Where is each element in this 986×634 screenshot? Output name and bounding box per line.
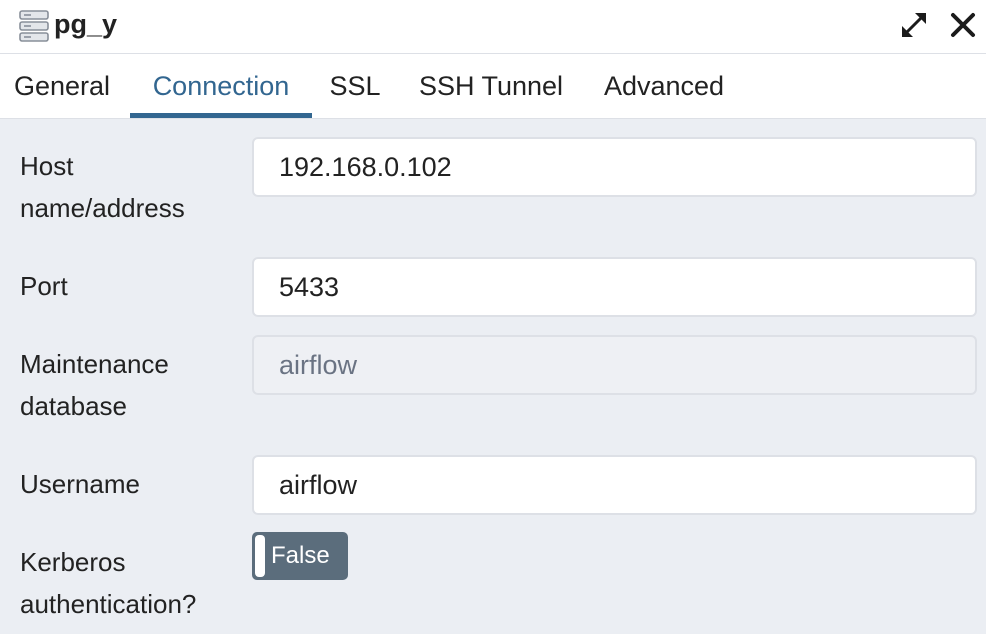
maintenance-db-input bbox=[252, 335, 977, 395]
tab-advanced[interactable]: Advanced bbox=[590, 54, 738, 118]
host-input[interactable] bbox=[252, 137, 977, 197]
port-input[interactable] bbox=[252, 257, 977, 317]
maintenance-db-label: Maintenance database bbox=[20, 343, 240, 427]
tab-general[interactable]: General bbox=[0, 54, 124, 118]
dialog-title: pg_y bbox=[54, 9, 118, 39]
kerberos-toggle[interactable]: False bbox=[252, 532, 348, 580]
tab-ssl[interactable]: SSL bbox=[318, 54, 392, 118]
tab-bar: General Connection SSL SSH Tunnel Advanc… bbox=[0, 54, 986, 119]
kerberos-toggle-label: False bbox=[271, 542, 330, 569]
host-label: Host name/address bbox=[20, 145, 240, 229]
username-label: Username bbox=[20, 469, 140, 499]
expand-icon[interactable] bbox=[899, 10, 929, 40]
tab-connection[interactable]: Connection bbox=[130, 54, 312, 118]
host-label-line1: Host bbox=[20, 151, 74, 181]
dialog-titlebar: pg_y bbox=[0, 0, 986, 54]
kerberos-label-line2: authentication? bbox=[20, 589, 197, 619]
host-label-line2: name/address bbox=[20, 193, 185, 223]
server-icon bbox=[19, 10, 49, 42]
maintenance-db-label-line2: database bbox=[20, 391, 127, 421]
tab-ssh-tunnel[interactable]: SSH Tunnel bbox=[406, 54, 576, 118]
close-icon[interactable] bbox=[948, 10, 978, 40]
kerberos-label: Kerberos authentication? bbox=[20, 541, 240, 625]
kerberos-label-line1: Kerberos bbox=[20, 547, 126, 577]
toggle-knob bbox=[255, 535, 265, 577]
port-label: Port bbox=[20, 271, 68, 301]
maintenance-db-label-line1: Maintenance bbox=[20, 349, 169, 379]
username-input[interactable] bbox=[252, 455, 977, 515]
